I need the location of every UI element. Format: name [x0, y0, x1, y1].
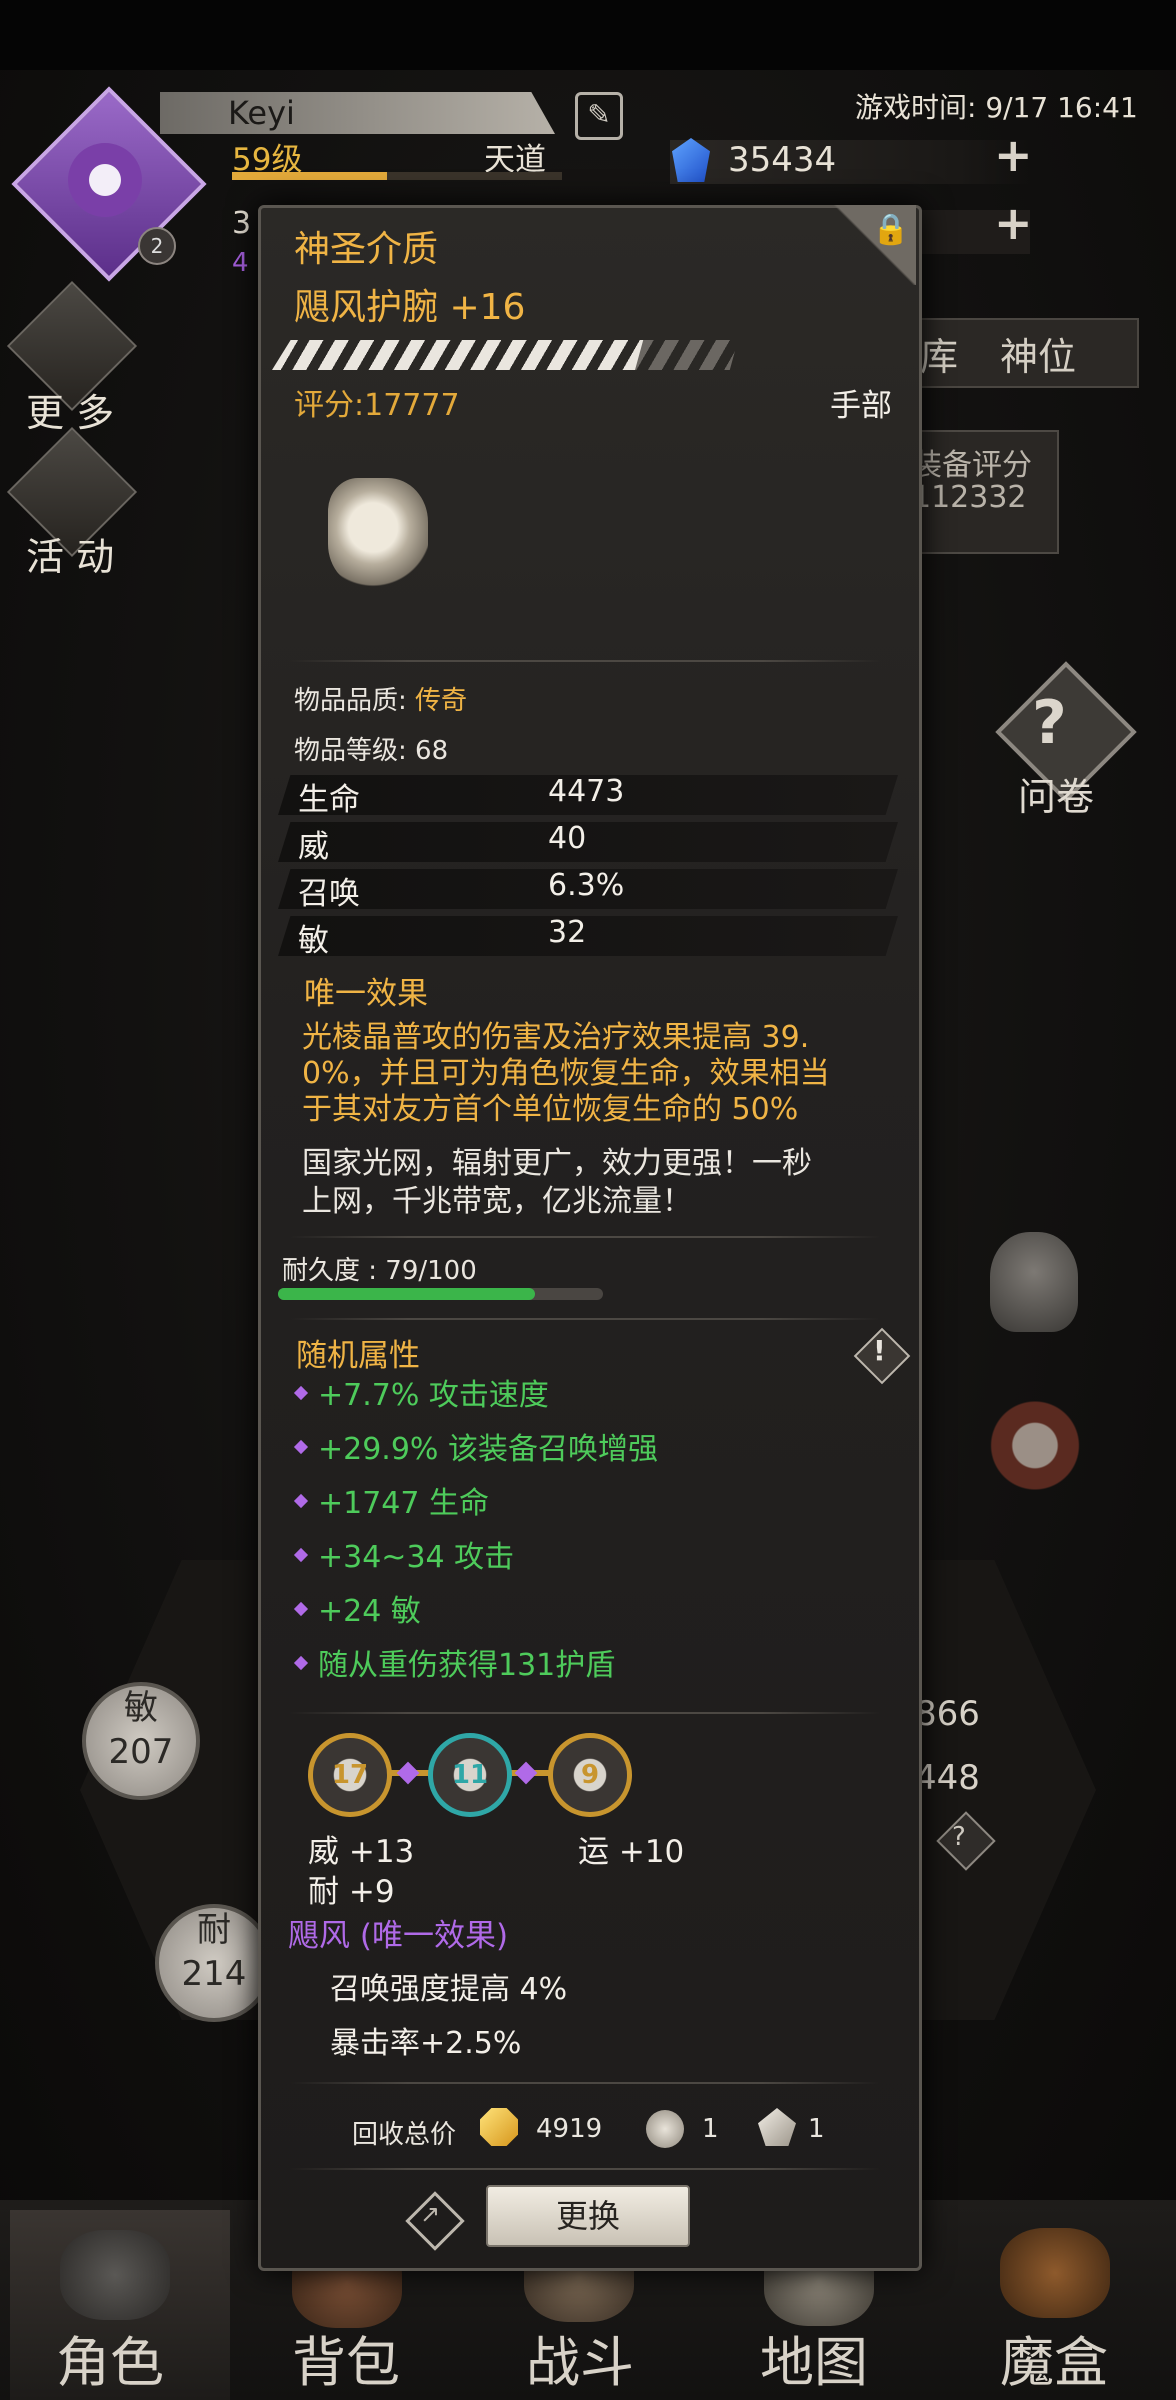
- helmet-icon[interactable]: [990, 1232, 1078, 1332]
- player-name-bar: [160, 92, 555, 134]
- stat-name: 生命: [298, 782, 360, 818]
- unique-effect-line-3: 于其对友方首个单位恢复生命的 50%: [302, 1092, 799, 1127]
- divider: [290, 1712, 880, 1714]
- status-bar: [0, 0, 1176, 70]
- equip-score-title: 装备评分: [912, 448, 1032, 483]
- recycle-item-2: 1: [808, 2114, 825, 2144]
- currency-value: 35434: [728, 140, 837, 180]
- item-rating: 评分:17777: [294, 388, 460, 423]
- avatar-badge: 2: [138, 227, 176, 265]
- end-label: 耐: [197, 1910, 231, 1950]
- stat-name: 威: [298, 829, 329, 865]
- set-effect-line-2: 暴击率+2.5%: [330, 2026, 522, 2061]
- stat-name: 召唤: [298, 876, 360, 912]
- hidden-stat-1: 3: [232, 206, 252, 241]
- xp-bar-fill: [232, 172, 387, 180]
- random-attr: +29.9% 该装备召唤增强: [318, 1432, 658, 1467]
- stat-value: 4473: [548, 774, 625, 809]
- unique-effect-line-2: 0%，并且可为角色恢复生命，效果相当: [302, 1056, 830, 1091]
- add-currency-button[interactable]: +: [994, 128, 1033, 182]
- crest-icon[interactable]: [985, 1385, 1085, 1495]
- stat-row: [278, 916, 898, 956]
- item-level: 物品等级: 68: [294, 736, 449, 766]
- nav-magic-box[interactable]: 魔盒: [1000, 2318, 1108, 2397]
- quality-row: 物品品质: 传奇: [294, 680, 467, 717]
- set-name: 飓风 (唯一效果): [288, 1918, 509, 1954]
- gem-socket-1[interactable]: 17: [308, 1733, 392, 1817]
- character-icon[interactable]: [60, 2230, 170, 2320]
- activity-label[interactable]: 活 动: [26, 526, 114, 581]
- durability-bar-fill: [278, 1288, 535, 1300]
- random-attrs-title: 随机属性: [296, 1338, 420, 1374]
- right-stat-2: 448: [915, 1758, 980, 1798]
- random-attr: +7.7% 攻击速度: [318, 1378, 549, 1413]
- random-attr: 随从重伤获得131护盾: [318, 1648, 616, 1683]
- random-attr: +34~34 攻击: [318, 1540, 515, 1575]
- gem-stat-luck: 运 +10: [578, 1834, 685, 1870]
- unique-effect-title: 唯一效果: [304, 976, 428, 1012]
- gem-socket-3[interactable]: 9: [548, 1733, 632, 1817]
- exclamation-icon: !: [873, 1334, 886, 1367]
- gem-stat-wei: 威 +13: [308, 1834, 415, 1870]
- end-value: 214: [181, 1954, 247, 1994]
- recycle-label: 回收总价: [352, 2120, 457, 2150]
- add-secondary-button[interactable]: +: [994, 196, 1033, 250]
- divider: [290, 2168, 880, 2170]
- tab-storage[interactable]: 库: [920, 326, 958, 381]
- nav-character[interactable]: 角色: [56, 2318, 164, 2397]
- divider: [290, 1236, 880, 1238]
- agi-label: 敏: [124, 1688, 158, 1728]
- set-effect-line-1: 召唤强度提高 4%: [330, 1972, 568, 2007]
- stat-row: [278, 822, 898, 862]
- material-orb-icon: [646, 2110, 684, 2148]
- durability-label: 耐久度 : 79/100: [282, 1256, 477, 1286]
- hidden-stat-2: 4: [232, 248, 249, 278]
- quality-label: 物品品质:: [294, 686, 407, 716]
- random-attr: +24 敏: [318, 1594, 421, 1629]
- gem-socket-2[interactable]: 11: [428, 1733, 512, 1817]
- quality-value: 传奇: [415, 686, 468, 716]
- divider: [290, 1318, 880, 1320]
- tab-divine[interactable]: 神位: [1000, 326, 1076, 381]
- agi-value: 207: [108, 1732, 174, 1772]
- item-category: 神圣介质: [294, 229, 439, 270]
- gem-stat-nai: 耐 +9: [308, 1874, 395, 1910]
- item-slot: 手部: [830, 388, 892, 424]
- replace-button[interactable]: 更换: [486, 2185, 690, 2247]
- share-arrow-icon: ↗: [420, 2200, 441, 2228]
- player-name: Keyi: [228, 94, 295, 132]
- item-name: 飓风护腕 +16: [294, 287, 526, 328]
- stat-value: 32: [548, 915, 587, 950]
- stat-name: 敏: [298, 923, 329, 959]
- question-mark-icon: ?: [1032, 688, 1067, 758]
- bracer-icon: [328, 478, 428, 588]
- recycle-gold: 4919: [536, 2114, 603, 2144]
- nav-backpack[interactable]: 背包: [292, 2318, 400, 2397]
- currency-bar: [670, 140, 1030, 184]
- lock-icon[interactable]: 🔒: [872, 212, 909, 247]
- equip-score-value: 112332: [912, 480, 1027, 515]
- divider: [290, 660, 880, 662]
- stat-value: 6.3%: [548, 868, 625, 903]
- agi-stat: 敏 207: [82, 1682, 200, 1800]
- magic-box-icon[interactable]: [1000, 2228, 1110, 2318]
- right-stat-1: 866: [915, 1694, 980, 1734]
- flavor-text-line-1: 国家光网，辐射更广，效力更强！一秒: [302, 1146, 812, 1181]
- random-attr: +1747 生命: [318, 1486, 490, 1521]
- unique-effect-line-1: 光棱晶普攻的伤害及治疗效果提高 39.: [302, 1020, 810, 1055]
- survey-label[interactable]: 问卷: [1018, 766, 1094, 821]
- divider: [290, 2082, 880, 2084]
- stat-value: 40: [548, 821, 587, 856]
- stats-help-mark: ?: [952, 1822, 966, 1852]
- game-time: 游戏时间: 9/17 16:41: [855, 91, 1138, 124]
- avatar-yinyang-icon: [68, 143, 142, 217]
- nav-map[interactable]: 地图: [760, 2318, 868, 2397]
- recycle-item-1: 1: [702, 2114, 719, 2144]
- upgrade-progress-remaining: [635, 340, 738, 370]
- edit-icon[interactable]: ✎: [575, 92, 623, 140]
- end-stat: 耐 214: [155, 1904, 273, 2022]
- flavor-text-line-2: 上网，千兆带宽，亿兆流量！: [302, 1184, 692, 1219]
- nav-battle[interactable]: 战斗: [526, 2318, 634, 2397]
